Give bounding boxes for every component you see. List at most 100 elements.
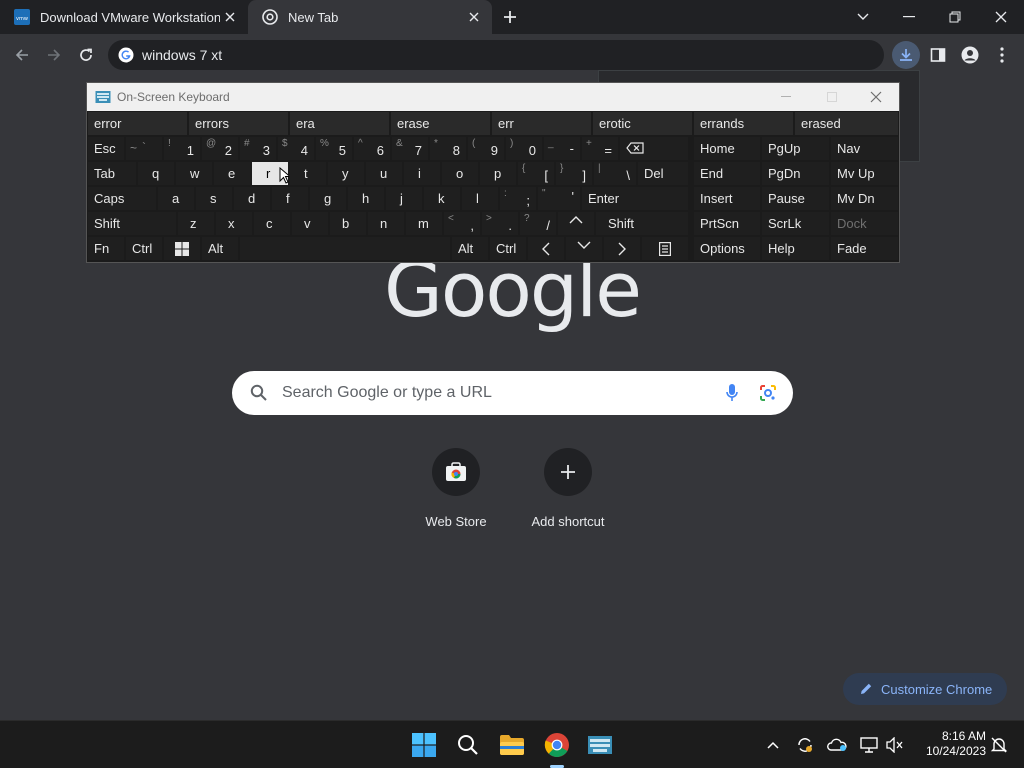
key-minus[interactable]: _ - [543,136,581,161]
fade-key[interactable]: Fade [830,236,899,261]
nav-key[interactable]: Nav [830,136,899,161]
search-icon[interactable] [452,729,484,761]
alt-right-key[interactable]: Alt [451,236,489,261]
key-i[interactable]: i [403,161,441,186]
key-semicolon[interactable]: :; [499,186,537,211]
osk-close-icon[interactable] [853,83,899,111]
key-b[interactable]: b [329,211,367,236]
key-r[interactable]: r [251,161,291,186]
key-2[interactable]: @2 [201,136,239,161]
shift-left-key[interactable]: Shift [87,211,177,236]
key-p[interactable]: p [479,161,517,186]
key-k[interactable]: k [423,186,461,211]
scrlk-key[interactable]: ScrLk [761,211,830,236]
onedrive-icon[interactable] [826,733,848,757]
left-arrow-key[interactable] [527,236,565,261]
windows-key[interactable] [163,236,201,261]
microphone-icon[interactable] [721,382,743,404]
mv-dn-key[interactable]: Mv Dn [830,186,899,211]
tab-key[interactable]: Tab [87,161,137,186]
alt-left-key[interactable]: Alt [201,236,239,261]
menu-kebab-icon[interactable] [988,41,1016,69]
key-a[interactable]: a [157,186,195,211]
key-y[interactable]: y [327,161,365,186]
shift-right-key[interactable]: Shift [595,211,689,236]
suggestion-key[interactable]: errands [693,111,794,136]
key-g[interactable]: g [309,186,347,211]
close-window-icon[interactable] [978,0,1024,34]
key-0[interactable]: ) 0 [505,136,543,161]
key-n[interactable]: n [367,211,405,236]
key-u[interactable]: u [365,161,403,186]
down-arrow-key[interactable] [565,236,603,261]
pgup-key[interactable]: PgUp [761,136,830,161]
del-key[interactable]: Del [637,161,689,186]
chrome-icon[interactable] [541,729,573,761]
right-arrow-key[interactable] [603,236,641,261]
shortcut-web-store[interactable]: Web Store [400,448,512,529]
enter-key[interactable]: Enter [581,186,689,211]
pause-key[interactable]: Pause [761,186,830,211]
suggestion-key[interactable]: errors [188,111,289,136]
key-tilde[interactable]: ~ ` [125,136,163,161]
key-w[interactable]: w [175,161,213,186]
key-6[interactable]: ^ 6 [353,136,391,161]
key-q[interactable]: q [137,161,175,186]
key-comma[interactable]: <, [443,211,481,236]
key-e[interactable]: e [213,161,251,186]
key-right-bracket[interactable]: }] [555,161,593,186]
up-arrow-key[interactable] [557,211,595,236]
customize-chrome-button[interactable]: Customize Chrome [843,673,1007,705]
on-screen-keyboard-taskbar-icon[interactable] [584,729,616,761]
shortcut-add[interactable]: Add shortcut [512,448,624,529]
context-menu-key[interactable] [641,236,689,261]
search-box[interactable]: Search Google or type a URL [232,371,793,415]
google-lens-icon[interactable] [757,382,779,404]
forward-icon[interactable] [40,41,68,69]
esc-key[interactable]: Esc [87,136,125,161]
key-j[interactable]: j [385,186,423,211]
close-tab-icon[interactable] [220,7,240,27]
key-t[interactable]: t [289,161,327,186]
key-5[interactable]: % 5 [315,136,353,161]
suggestion-key[interactable]: erase [390,111,491,136]
key-f[interactable]: f [271,186,309,211]
key-v[interactable]: v [291,211,329,236]
notifications-icon[interactable] [988,733,1010,757]
start-button-icon[interactable] [408,729,440,761]
reload-icon[interactable] [72,41,100,69]
key-slash[interactable]: ? / [519,211,557,236]
suggestion-key[interactable]: era [289,111,390,136]
network-icon[interactable] [858,733,880,757]
key-h[interactable]: h [347,186,385,211]
key-l[interactable]: l [461,186,499,211]
download-icon[interactable] [892,41,920,69]
file-explorer-icon[interactable] [496,729,528,761]
key-quote[interactable]: " ' [537,186,581,211]
close-tab-icon[interactable] [464,7,484,27]
backspace-key[interactable] [619,136,689,161]
space-key[interactable] [239,236,451,261]
end-key[interactable]: End [693,161,761,186]
key-8[interactable]: * 8 [429,136,467,161]
key-s[interactable]: s [195,186,233,211]
key-4[interactable]: $4 [277,136,315,161]
clock[interactable]: 8:16 AM 10/24/2023 [914,729,986,759]
mv-up-key[interactable]: Mv Up [830,161,899,186]
key-equals[interactable]: + = [581,136,619,161]
suggestion-key[interactable]: erased [794,111,899,136]
home-key[interactable]: Home [693,136,761,161]
key-7[interactable]: & 7 [391,136,429,161]
minimize-icon[interactable] [886,0,932,34]
key-left-bracket[interactable]: {[ [517,161,555,186]
key-9[interactable]: (9 [467,136,505,161]
ctrl-left-key[interactable]: Ctrl [125,236,163,261]
new-tab-button[interactable] [498,5,522,29]
key-backslash[interactable]: | \ [593,161,637,186]
help-key[interactable]: Help [761,236,830,261]
pgdn-key[interactable]: PgDn [761,161,830,186]
restore-icon[interactable] [932,0,978,34]
prtscn-key[interactable]: PrtScn [693,211,761,236]
key-m[interactable]: m [405,211,443,236]
back-icon[interactable] [8,41,36,69]
